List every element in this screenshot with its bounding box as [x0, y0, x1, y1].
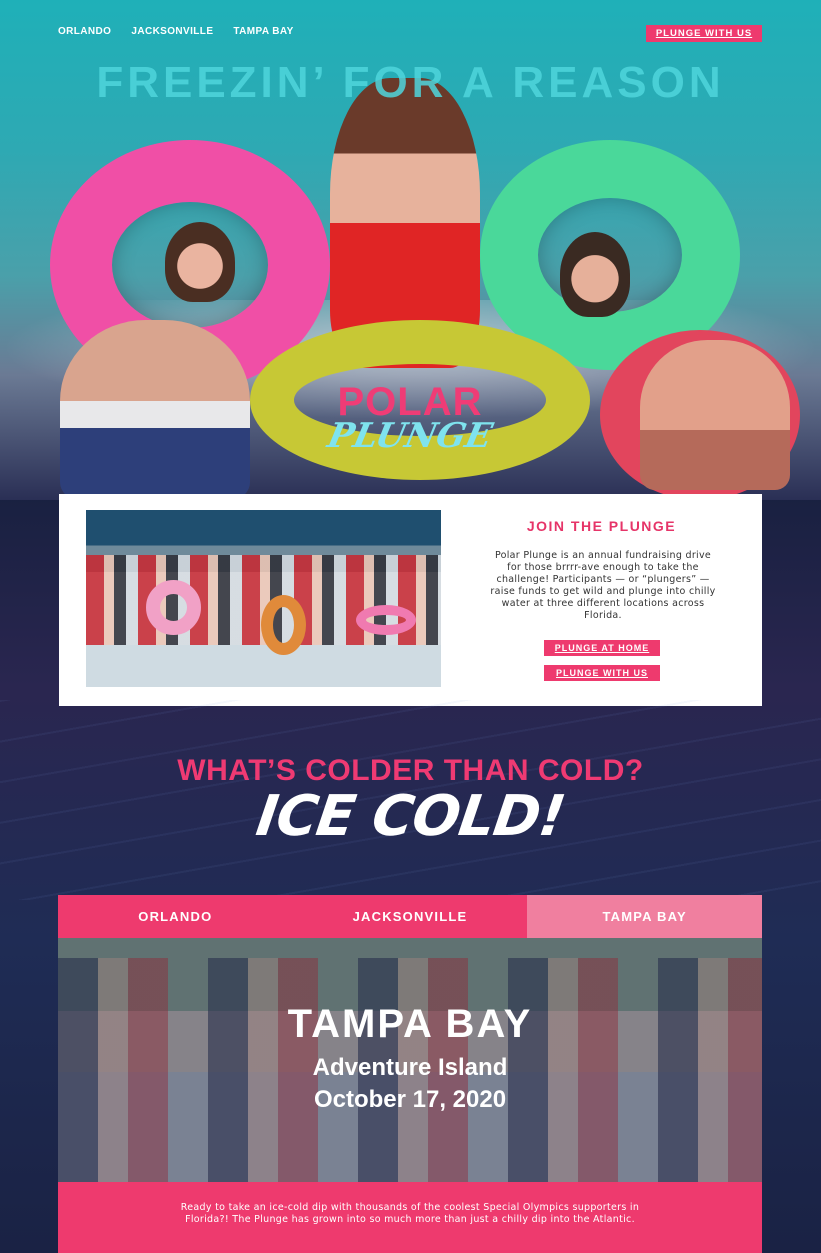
location-city: TAMPA BAY: [287, 1002, 533, 1046]
top-nav: ORLANDO JACKSONVILLE TAMPA BAY: [58, 26, 294, 37]
location-panel: TAMPA BAY Adventure Island October 17, 2…: [58, 938, 762, 1182]
location-date: October 17, 2020: [313, 1086, 507, 1113]
plunge-with-us-nav-button[interactable]: PLUNGE WITH US: [646, 25, 762, 42]
bearded-man: [60, 320, 250, 500]
plungers-photo: [86, 510, 441, 687]
plunge-at-home-button[interactable]: PLUNGE AT HOME: [544, 640, 660, 656]
tab-tampa-bay[interactable]: TAMPA BAY: [527, 895, 763, 938]
plunge-with-us-button[interactable]: PLUNGE WITH US: [544, 665, 660, 681]
man-with-hat: [560, 232, 630, 317]
intro-card: JOIN THE PLUNGE Polar Plunge is an annua…: [59, 494, 762, 706]
headline-question: WHAT’S COLDER THAN COLD?: [177, 754, 644, 787]
intro-description: Polar Plunge is an annual fundraising dr…: [490, 550, 716, 621]
intro-title: JOIN THE PLUNGE: [526, 518, 677, 534]
tab-jacksonville[interactable]: JACKSONVILLE: [293, 895, 528, 938]
hero: FREEZIN’ FOR A REASON ORLANDO JACKSONVIL…: [0, 0, 821, 500]
logo-plunge-text: PLUNGE: [324, 416, 496, 456]
headline-answer: ICE COLD!: [252, 784, 569, 849]
girl-with-sunglasses: [165, 222, 235, 302]
location-tabs: ORLANDO JACKSONVILLE TAMPA BAY: [58, 895, 763, 938]
hero-tagline: FREEZIN’ FOR A REASON: [96, 58, 725, 107]
location-venue: Adventure Island: [312, 1054, 508, 1081]
nav-link-orlando[interactable]: ORLANDO: [58, 26, 111, 37]
pink-float: [356, 605, 416, 635]
location-description: Ready to take an ice-cold dip with thous…: [180, 1202, 640, 1225]
man-with-snorkel: [640, 340, 790, 490]
nav-link-tampa-bay[interactable]: TAMPA BAY: [233, 26, 293, 37]
pink-donut-float: [146, 580, 201, 635]
polar-plunge-logo[interactable]: POLAR PLUNGE: [300, 380, 520, 480]
tab-orlando[interactable]: ORLANDO: [58, 895, 293, 938]
orange-donut-float: [261, 595, 306, 655]
location-description-bar: Ready to take an ice-cold dip with thous…: [58, 1182, 762, 1253]
nav-link-jacksonville[interactable]: JACKSONVILLE: [131, 26, 213, 37]
